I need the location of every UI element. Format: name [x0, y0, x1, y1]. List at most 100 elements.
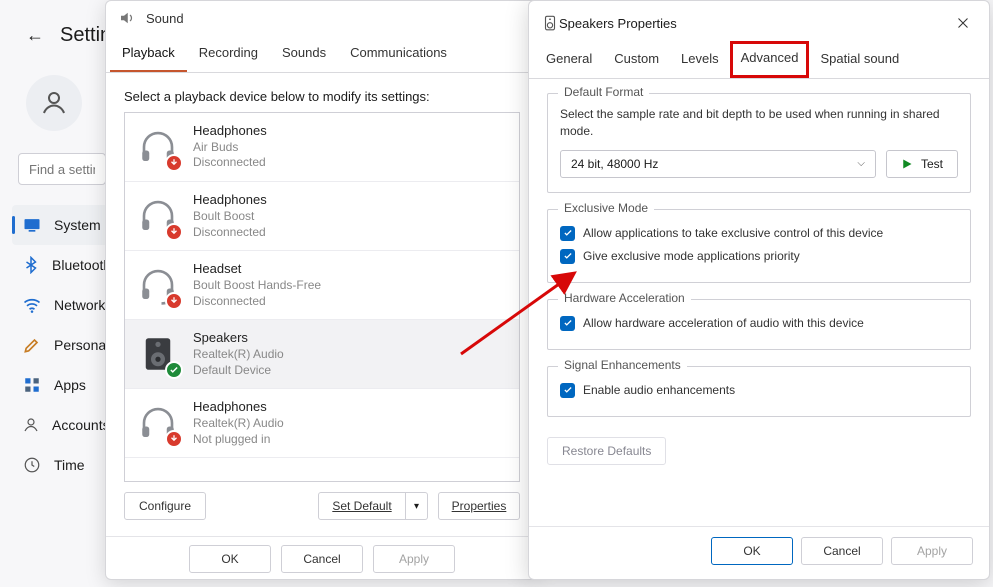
nav-item-system[interactable]: System	[12, 205, 112, 245]
tab-custom[interactable]: Custom	[603, 41, 670, 78]
device-status: Not plugged in	[193, 432, 284, 448]
props-footer: OK Cancel Apply	[529, 526, 989, 579]
tab-communications[interactable]: Communications	[338, 35, 459, 72]
legend-exclusive: Exclusive Mode	[558, 201, 654, 215]
set-default-dropdown[interactable]: ▾	[406, 492, 428, 520]
props-apply-button[interactable]: Apply	[891, 537, 973, 565]
bluetooth-icon	[22, 255, 40, 275]
device-text: HeadphonesAir BudsDisconnected	[193, 123, 267, 171]
device-row[interactable]: SpeakersRealtek(R) AudioDefault Device	[125, 320, 519, 389]
play-icon	[901, 158, 913, 170]
headset-icon	[137, 264, 179, 306]
device-text: HeadsetBoult Boost Hands-FreeDisconnecte…	[193, 261, 321, 309]
props-body: Default Format Select the sample rate an…	[529, 79, 989, 526]
props-tabs: General Custom Levels Advanced Spatial s…	[529, 41, 989, 79]
sound-cancel-button[interactable]: Cancel	[281, 545, 363, 573]
system-icon	[22, 215, 42, 235]
check-label: Give exclusive mode applications priorit…	[583, 249, 800, 263]
device-name: Headphones	[193, 399, 284, 416]
headphones-icon	[137, 402, 179, 444]
tab-playback[interactable]: Playback	[110, 35, 187, 72]
checkbox-checked-icon	[560, 249, 575, 264]
device-text: HeadphonesRealtek(R) AudioNot plugged in	[193, 399, 284, 447]
format-combobox[interactable]: 24 bit, 48000 Hz ⌵	[560, 150, 876, 178]
device-row[interactable]: HeadphonesBoult BoostDisconnected	[125, 182, 519, 251]
disconnected-badge-icon	[165, 292, 183, 310]
check-enhancements[interactable]: Enable audio enhancements	[560, 379, 958, 402]
device-status: Default Device	[193, 363, 284, 379]
tab-levels[interactable]: Levels	[670, 41, 730, 78]
close-button[interactable]	[945, 9, 981, 37]
set-default-split: Set Default ▾	[318, 492, 428, 520]
nav-item-bluetooth[interactable]: Bluetooth	[12, 245, 112, 285]
tab-sounds[interactable]: Sounds	[270, 35, 338, 72]
device-row[interactable]: HeadphonesRealtek(R) AudioNot plugged in	[125, 389, 519, 458]
nav-label: Personalization	[54, 337, 112, 353]
device-name: Headphones	[193, 192, 267, 209]
avatar[interactable]	[26, 75, 82, 131]
device-name: Headphones	[193, 123, 267, 140]
legend-default-format: Default Format	[558, 85, 649, 99]
nav-label: Time	[54, 457, 85, 473]
props-ok-button[interactable]: OK	[711, 537, 793, 565]
tab-recording[interactable]: Recording	[187, 35, 270, 72]
sound-icon	[118, 9, 136, 27]
legend-enhance: Signal Enhancements	[558, 358, 687, 372]
sound-ok-button[interactable]: OK	[189, 545, 271, 573]
disconnected-badge-icon	[165, 430, 183, 448]
settings-nav: System Bluetooth Network Personalization…	[12, 205, 112, 485]
device-sub: Realtek(R) Audio	[193, 416, 284, 432]
legend-hwaccel: Hardware Acceleration	[558, 291, 691, 305]
back-arrow-icon[interactable]: ←	[26, 25, 44, 46]
props-titlebar[interactable]: Speakers Properties	[529, 1, 989, 41]
nav-item-time[interactable]: Time	[12, 445, 112, 485]
sound-body: Select a playback device below to modify…	[106, 73, 538, 536]
configure-button[interactable]: Configure	[124, 492, 206, 520]
sound-titlebar[interactable]: Sound	[106, 1, 538, 35]
group-exclusive-mode: Exclusive Mode Allow applications to tak…	[547, 209, 971, 283]
headphones-icon	[137, 195, 179, 237]
desc-default-format: Select the sample rate and bit depth to …	[560, 106, 958, 140]
device-text: SpeakersRealtek(R) AudioDefault Device	[193, 330, 284, 378]
nav-label: Accounts	[52, 417, 110, 433]
device-sub: Air Buds	[193, 140, 267, 156]
checkbox-checked-icon	[560, 383, 575, 398]
sound-dialog: Sound Playback Recording Sounds Communic…	[105, 0, 539, 580]
nav-item-apps[interactable]: Apps	[12, 365, 112, 405]
chevron-down-icon: ⌵	[857, 158, 865, 169]
device-list[interactable]: HeadphonesAir BudsDisconnectedHeadphones…	[124, 112, 520, 482]
test-button[interactable]: Test	[886, 150, 958, 178]
speakers-properties-dialog: Speakers Properties General Custom Level…	[528, 0, 990, 580]
device-name: Headset	[193, 261, 321, 278]
nav-item-personalization[interactable]: Personalization	[12, 325, 112, 365]
default-badge-icon	[165, 361, 183, 379]
props-cancel-button[interactable]: Cancel	[801, 537, 883, 565]
nav-item-accounts[interactable]: Accounts	[12, 405, 112, 445]
search-input[interactable]	[18, 153, 106, 185]
person-icon	[39, 88, 69, 118]
properties-button[interactable]: Properties	[438, 492, 520, 520]
close-icon	[957, 17, 969, 29]
sound-title: Sound	[146, 11, 184, 26]
device-name: Speakers	[193, 330, 284, 347]
device-row[interactable]: HeadphonesAir BudsDisconnected	[125, 113, 519, 182]
sound-tabs: Playback Recording Sounds Communications	[106, 35, 538, 73]
speaker-icon	[137, 333, 179, 375]
device-row[interactable]: HeadsetBoult Boost Hands-FreeDisconnecte…	[125, 251, 519, 320]
set-default-button[interactable]: Set Default	[318, 492, 406, 520]
check-exclusive-control[interactable]: Allow applications to take exclusive con…	[560, 222, 958, 245]
check-label: Allow applications to take exclusive con…	[583, 226, 883, 240]
tab-spatial-sound[interactable]: Spatial sound	[809, 41, 910, 78]
sound-apply-button[interactable]: Apply	[373, 545, 455, 573]
nav-label: Apps	[54, 377, 86, 393]
tab-advanced[interactable]: Advanced	[730, 41, 810, 78]
check-hwaccel[interactable]: Allow hardware acceleration of audio wit…	[560, 312, 958, 335]
check-exclusive-priority[interactable]: Give exclusive mode applications priorit…	[560, 245, 958, 268]
check-label: Enable audio enhancements	[583, 383, 735, 397]
brush-icon	[22, 335, 42, 355]
restore-defaults-button[interactable]: Restore Defaults	[547, 437, 666, 465]
tab-general[interactable]: General	[535, 41, 603, 78]
device-sub: Boult Boost Hands-Free	[193, 278, 321, 294]
sound-dialog-footer: OK Cancel Apply	[106, 536, 538, 587]
nav-item-network[interactable]: Network	[12, 285, 112, 325]
